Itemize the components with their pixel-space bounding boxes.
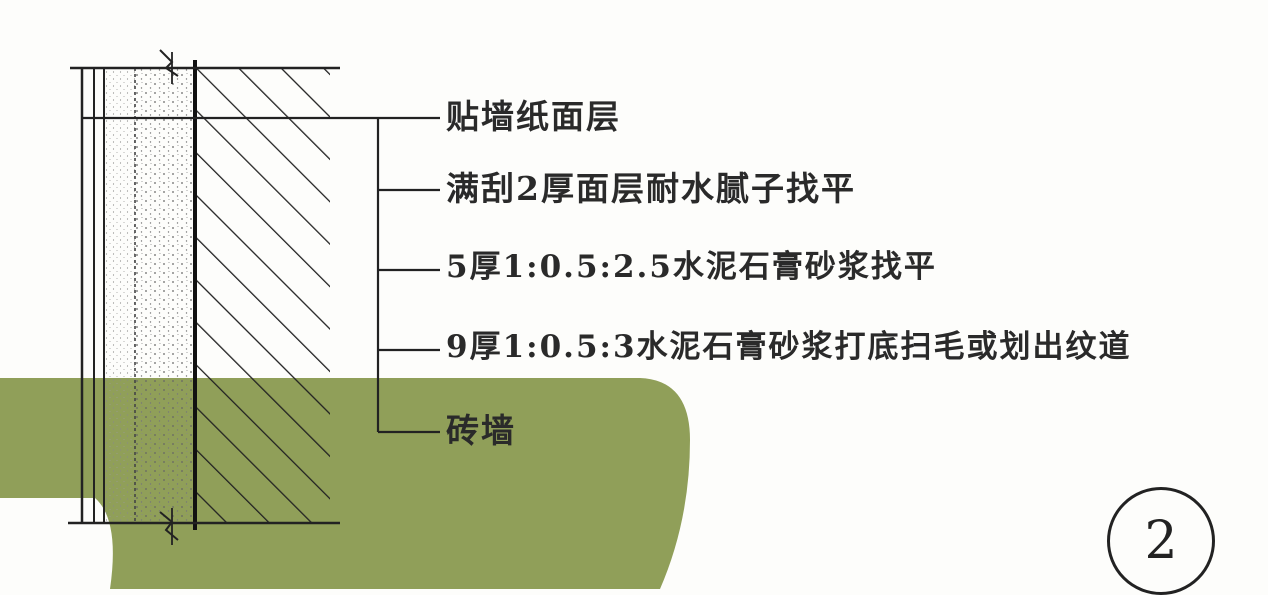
label-wallpaper-finish: 贴墙纸面层 xyxy=(446,97,621,136)
wall-section-diagram xyxy=(0,49,690,589)
label-brick-wall: 砖墙 xyxy=(446,411,516,450)
wall-section xyxy=(68,49,340,545)
detail-number-badge: 2 xyxy=(1107,487,1215,595)
detail-number: 2 xyxy=(1144,511,1178,571)
label-plaster-base: 9厚1:0.5:3水泥石膏砂浆打底扫毛或划出纹道 xyxy=(446,329,1132,365)
label-plaster-leveling: 5厚1:0.5:2.5水泥石膏砂浆找平 xyxy=(446,249,937,285)
label-putty-layer: 满刮2厚面层耐水腻子找平 xyxy=(446,169,856,208)
brick-wall-hatch xyxy=(195,68,330,523)
plaster-layer xyxy=(135,68,193,523)
putty-layer xyxy=(105,68,135,523)
